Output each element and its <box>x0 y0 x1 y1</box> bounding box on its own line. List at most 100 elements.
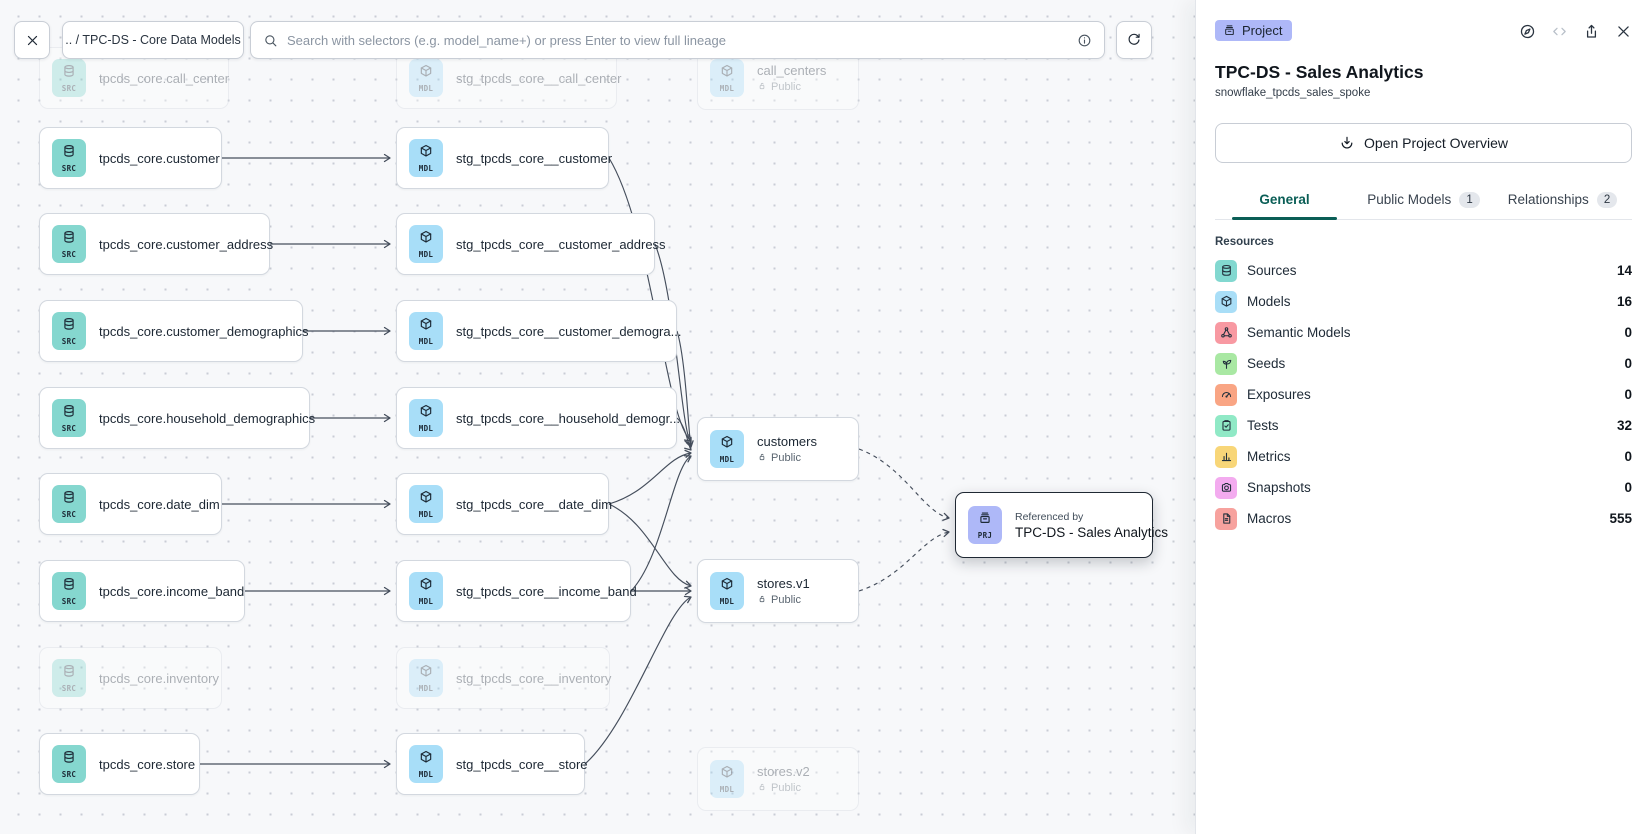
lineage-node-s_customer[interactable]: SRC tpcds_core.customer <box>39 127 222 189</box>
lineage-node-m_customer_demographics[interactable]: MDL stg_tpcds_core__customer_demogra... <box>396 300 677 362</box>
cube-icon <box>720 765 734 784</box>
lineage-node-s_date_dim[interactable]: SRC tpcds_core.date_dim <box>39 473 222 535</box>
lineage-search-bar[interactable] <box>250 21 1105 59</box>
mdl-badge: MDL <box>409 745 443 783</box>
lineage-node-m_store[interactable]: MDL stg_tpcds_core__store <box>396 733 585 795</box>
public-access-label: Public <box>757 594 810 607</box>
clipboard-check-icon <box>1215 415 1237 437</box>
resource-label: Semantic Models <box>1247 325 1614 340</box>
lineage-node-p_stores_v2[interactable]: MDL stores.v2 Public <box>697 747 859 811</box>
resource-count: 0 <box>1624 387 1632 402</box>
lineage-canvas[interactable]: SRC tpcds_core.call_center SRC tpcds_cor… <box>0 0 1195 834</box>
database-icon <box>62 230 76 249</box>
src-badge: SRC <box>52 399 86 437</box>
database-icon <box>62 144 76 163</box>
lineage-compass-button[interactable] <box>1519 23 1536 43</box>
src-badge: SRC <box>52 225 86 263</box>
lineage-node-m_date_dim[interactable]: MDL stg_tpcds_core__date_dim <box>396 473 609 535</box>
cube-icon <box>720 577 734 596</box>
lineage-node-m_income_band[interactable]: MDL stg_tpcds_core__income_band <box>396 560 631 622</box>
compass-icon <box>1519 23 1536 43</box>
node-label: TPC-DS - Sales Analytics <box>1015 525 1138 540</box>
lineage-node-s_household_demographics[interactable]: SRC tpcds_core.household_demographics <box>39 387 310 449</box>
node-label: stg_tpcds_core__call_center <box>456 71 602 86</box>
tab-count-badge: 1 <box>1459 192 1479 208</box>
node-label: tpcds_core.store <box>99 757 185 772</box>
lineage-node-m_household_demographics[interactable]: MDL stg_tpcds_core__household_demogr... <box>396 387 677 449</box>
src-badge: SRC <box>52 572 86 610</box>
file-icon <box>1215 508 1237 530</box>
resource-row-exposures[interactable]: Exposures 0 <box>1215 379 1632 410</box>
semantic-graph-icon <box>1215 322 1237 344</box>
lineage-node-m_inventory[interactable]: MDL stg_tpcds_core__inventory <box>396 647 610 709</box>
resources-heading: Resources <box>1215 236 1632 248</box>
cube-icon <box>720 64 734 83</box>
cube-icon <box>419 750 433 769</box>
node-label: tpcds_core.customer <box>99 151 207 166</box>
node-label: stores.v1 <box>757 576 810 591</box>
resource-row-metrics[interactable]: Metrics 0 <box>1215 441 1632 472</box>
lineage-node-p_stores_v1[interactable]: MDL stores.v1 Public <box>697 559 859 623</box>
share-button[interactable] <box>1583 23 1600 43</box>
resource-row-seeds[interactable]: Seeds 0 <box>1215 348 1632 379</box>
code-icon <box>1551 23 1568 43</box>
node-label: tpcds_core.date_dim <box>99 497 207 512</box>
lineage-node-s_customer_demographics[interactable]: SRC tpcds_core.customer_demographics <box>39 300 303 362</box>
lineage-node-s_income_band[interactable]: SRC tpcds_core.income_band <box>39 560 245 622</box>
share-icon <box>1583 23 1600 43</box>
database-icon <box>62 750 76 769</box>
lineage-node-s_customer_address[interactable]: SRC tpcds_core.customer_address <box>39 213 270 275</box>
open-project-overview-button[interactable]: Open Project Overview <box>1215 123 1632 163</box>
resource-row-semantic-models[interactable]: Semantic Models 0 <box>1215 317 1632 348</box>
resource-label: Macros <box>1247 511 1599 526</box>
resource-row-tests[interactable]: Tests 32 <box>1215 410 1632 441</box>
bar-chart-icon <box>1215 446 1237 468</box>
panel-title: TPC-DS - Sales Analytics <box>1215 62 1632 83</box>
resource-label: Exposures <box>1247 387 1614 402</box>
lineage-node-s_inventory[interactable]: SRC tpcds_core.inventory <box>39 647 222 709</box>
resource-row-models[interactable]: Models 16 <box>1215 286 1632 317</box>
resource-count: 16 <box>1617 294 1632 309</box>
lineage-node-m_customer[interactable]: MDL stg_tpcds_core__customer <box>396 127 609 189</box>
resource-count: 32 <box>1617 418 1632 433</box>
public-access-label: Public <box>757 81 826 94</box>
lineage-node-p_customers[interactable]: MDL customers Public <box>697 417 859 481</box>
resources-list: Sources 14 Models 16 Semantic Models 0 S… <box>1215 255 1632 534</box>
src-badge: SRC <box>52 139 86 177</box>
lock-open-icon <box>757 594 767 607</box>
node-label: stg_tpcds_core__household_demogr... <box>456 411 662 426</box>
tab-relationships[interactable]: Relationships2 <box>1493 180 1632 219</box>
database-icon <box>1215 260 1237 282</box>
lineage-node-m_customer_address[interactable]: MDL stg_tpcds_core__customer_address <box>396 213 655 275</box>
panel-close-button[interactable] <box>1615 23 1632 43</box>
node-label: tpcds_core.inventory <box>99 671 207 686</box>
src-badge: SRC <box>52 59 86 97</box>
search-input[interactable] <box>287 33 1068 48</box>
cube-icon <box>419 64 433 83</box>
node-label: stg_tpcds_core__customer_address <box>456 237 640 252</box>
tab-public-models[interactable]: Public Models1 <box>1354 180 1493 219</box>
lineage-node-prj[interactable]: PRJ Referenced by TPC-DS - Sales Analyti… <box>955 492 1153 558</box>
refresh-lineage-button[interactable] <box>1116 21 1152 59</box>
cube-icon <box>1215 291 1237 313</box>
resource-count: 0 <box>1624 449 1632 464</box>
mdl-badge: MDL <box>409 225 443 263</box>
resource-row-sources[interactable]: Sources 14 <box>1215 255 1632 286</box>
info-icon[interactable] <box>1077 33 1092 48</box>
database-icon <box>62 577 76 596</box>
tab-general[interactable]: General <box>1215 180 1354 219</box>
lineage-node-s_store[interactable]: SRC tpcds_core.store <box>39 733 200 795</box>
resource-row-snapshots[interactable]: Snapshots 0 <box>1215 472 1632 503</box>
prj-badge: PRJ <box>968 506 1002 544</box>
tab-label: General <box>1259 192 1309 207</box>
close-lineage-button[interactable] <box>14 21 50 59</box>
public-access-label: Public <box>757 452 817 465</box>
close-icon <box>1615 23 1632 43</box>
resource-row-macros[interactable]: Macros 555 <box>1215 503 1632 534</box>
node-label: tpcds_core.customer_demographics <box>99 324 288 339</box>
lock-open-icon <box>757 782 767 795</box>
breadcrumb[interactable]: .. / TPC-DS - Core Data Models <box>62 21 244 59</box>
breadcrumb-label: .. / TPC-DS - Core Data Models <box>65 33 241 47</box>
node-label: customers <box>757 434 817 449</box>
database-icon <box>62 404 76 423</box>
